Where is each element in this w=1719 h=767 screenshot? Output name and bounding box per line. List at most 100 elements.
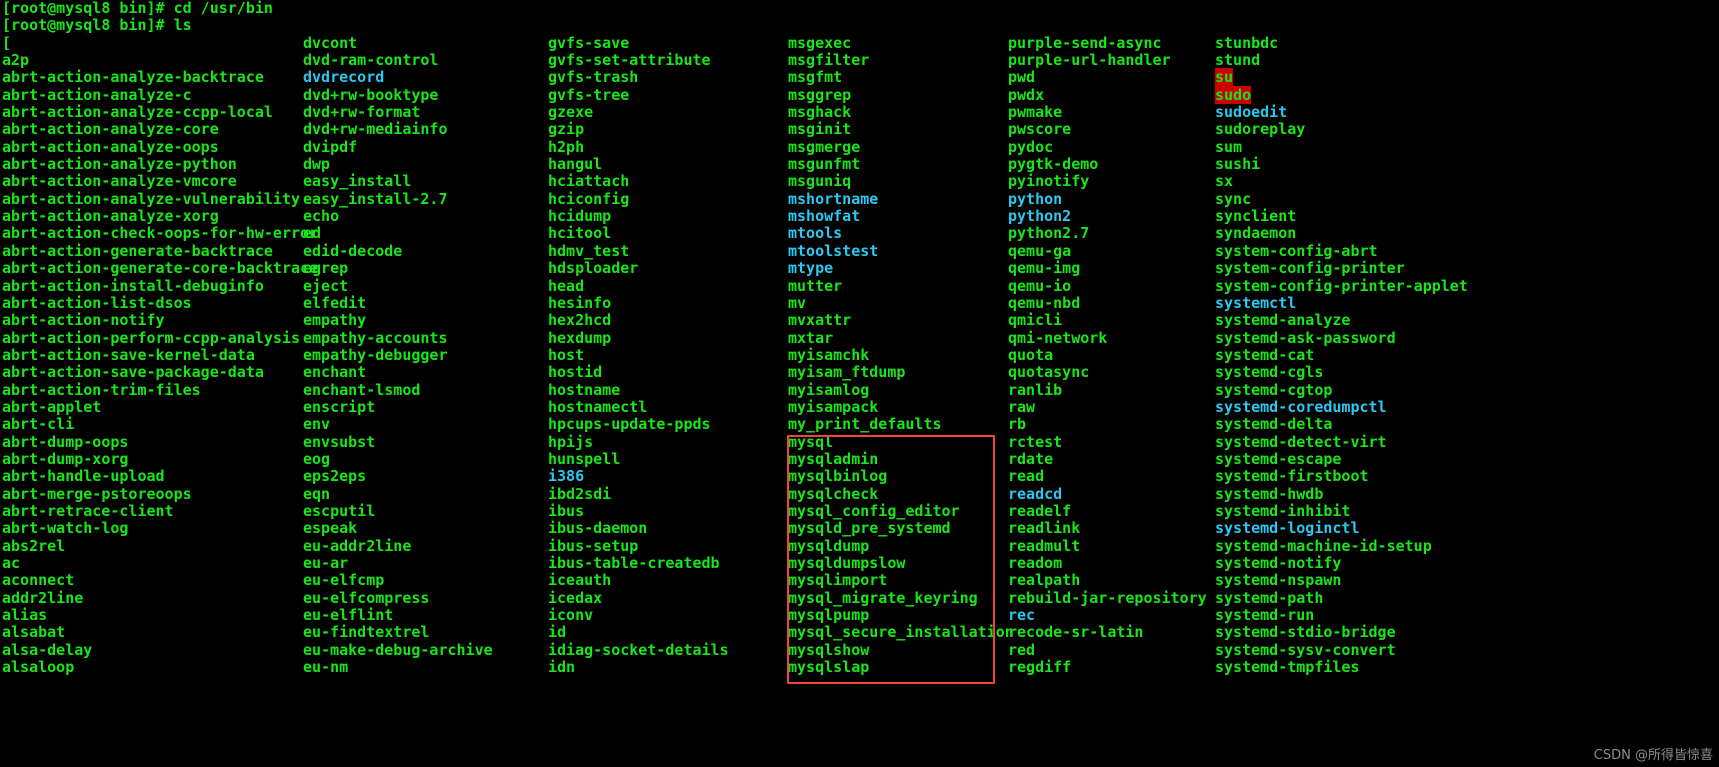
ls-entry: espeak [303, 520, 548, 537]
ls-entry-label: addr2line [2, 588, 84, 607]
ls-entry: readom [1008, 554, 1215, 572]
ls-entry: rctest [1008, 433, 1215, 451]
ls-entry: python2 [1008, 207, 1215, 225]
ls-entry: mysqlbinlog [788, 468, 1008, 485]
csdn-watermark: CSDN @所得皆惊喜 [1593, 747, 1713, 763]
ls-entry-label: sum [1215, 137, 1243, 156]
ls-entry: msghack [788, 103, 1008, 121]
ls-entry: pwscore [1008, 121, 1215, 138]
ls-entry-label: pwmake [1008, 103, 1063, 122]
ls-entry-label: syndaemon [1215, 224, 1297, 243]
ls-entry-label: gvfs-set-attribute [548, 51, 711, 70]
ls-entry: abrt-action-generate-core-backtrace [2, 259, 318, 277]
ls-entry: qmi-network [1008, 329, 1215, 347]
ls-entry: mysqladmin [788, 450, 1008, 468]
ls-entry-label: python [1008, 189, 1063, 208]
ls-entry: myisampack [788, 398, 1008, 416]
ls-entry: msgunfmt [788, 155, 1008, 173]
ls-entry-label: ibus [548, 501, 585, 520]
ls-entry-label: mysql [788, 432, 834, 451]
ls-entry-label: ed [303, 224, 322, 243]
ls-entry: eu-addr2line [303, 537, 548, 555]
ls-entry: dvcont [303, 34, 548, 52]
ls-entry: hpcups-update-ppds [548, 416, 788, 433]
ls-entry-label: eu-nm [303, 658, 349, 677]
ls-entry: hostid [548, 364, 788, 381]
ls-entry: abrt-action-analyze-backtrace [2, 69, 303, 86]
ls-entry-label: hdsploader [548, 259, 639, 278]
ls-entry-label: eu-elfcompress [303, 588, 430, 607]
ls-entry: abrt-action-analyze-vmcore [2, 173, 303, 190]
ls-entry-label: red [1008, 640, 1036, 659]
ls-entry-label: stund [1215, 51, 1261, 70]
column-4: msgexec msgfilter msgfmt msggrep msghack msgi… [788, 34, 1014, 677]
terminal-window[interactable]: [root@mysql8 bin]# cd /usr/bin [root@mysq… [0, 0, 1719, 767]
ls-entry-label: id [548, 623, 567, 642]
ls-entry-label: gzexe [548, 103, 594, 122]
ls-entry-label: mvxattr [788, 311, 852, 330]
ls-entry: hesinfo [548, 293, 788, 312]
ls-entry-label: dvd-ram-control [303, 51, 439, 70]
ls-entry-label: eog [303, 449, 331, 468]
ls-entry-label: hpijs [548, 432, 594, 451]
ls-entry: mysqlslap [788, 658, 1008, 676]
ls-entry-label: systemd-run [1215, 606, 1315, 625]
ls-entry-label: hcitool [548, 224, 612, 243]
ls-entry: abrt-action-notify [2, 312, 303, 329]
ls-entry: python [1008, 189, 1215, 208]
ls-entry: systemd-inhibit [1215, 502, 1475, 520]
column-2: dvcont dvd-ram-control dvdrecord dvd+rw-boo… [303, 34, 548, 677]
ls-entry-label: idiag-socket-details [548, 640, 729, 659]
ls-entry: eqn [303, 485, 548, 503]
ls-entry: sx [1215, 173, 1475, 190]
ls-entry-label: abrt-action-analyze-ccpp-local [2, 103, 273, 122]
ls-entry: readelf [1008, 502, 1215, 520]
ls-entry-label: mysqlimport [788, 571, 888, 590]
ls-entry: abrt-action-trim-files [2, 381, 303, 399]
ls-entry: my_print_defaults [788, 416, 1008, 433]
ls-entry-label: quotasync [1008, 363, 1090, 382]
ls-entry-label: readcd [1008, 484, 1063, 503]
ls-entry-label: realpath [1008, 571, 1081, 590]
ls-entry: systemd-hwdb [1215, 485, 1475, 503]
ls-entry: empathy [303, 312, 548, 329]
ls-entry: dvd+rw-mediainfo [303, 121, 548, 138]
ls-entry: abrt-action-perform-ccpp-analysis [2, 329, 303, 347]
ls-entry-label: alias [2, 606, 48, 625]
ls-entry-label: su [1215, 68, 1234, 87]
ls-entry-label: sx [1215, 172, 1234, 191]
ls-entry: systemd-notify [1215, 554, 1475, 572]
ls-entry: system-config-abrt [1215, 242, 1475, 260]
ls-entry-label: systemd-tmpfiles [1215, 658, 1360, 677]
ls-entry: msgexec [788, 34, 1008, 52]
ls-entry-label: systemd-escape [1215, 449, 1342, 468]
ls-entry-label: msggrep [788, 85, 852, 104]
ls-entry: sync [1215, 190, 1475, 208]
ls-entry: abrt-merge-pstoreoops [2, 485, 303, 503]
ls-entry: alsabat [2, 624, 303, 641]
ls-entry: hciattach [548, 173, 788, 190]
ls-entry: abrt-action-install-debuginfo [2, 277, 303, 295]
ls-entry: red [1008, 640, 1215, 659]
ls-entry: systemd-ask-password [1215, 329, 1475, 347]
ls-entry: egrep [303, 259, 548, 277]
ls-entry-label: systemd-cgls [1215, 363, 1324, 382]
ls-entry: qemu-io [1008, 277, 1215, 295]
ls-entry: purple-send-async [1008, 34, 1215, 52]
ls-entry: hexdump [548, 329, 788, 347]
ls-entry-label: system-config-printer [1215, 259, 1405, 278]
ls-entry: empathy-debugger [303, 346, 548, 364]
ls-entry: addr2line [2, 588, 303, 607]
ls-entry: eu-ar [303, 554, 548, 572]
ls-entry-label: qmicli [1008, 311, 1063, 330]
ls-entry: elfedit [303, 294, 548, 312]
ls-entry-label: systemd-delta [1215, 415, 1333, 434]
ls-entry: hex2hcd [548, 312, 788, 329]
ls-entry-label: hesinfo [548, 293, 612, 312]
ls-entry: systemd-machine-id-setup [1215, 537, 1475, 555]
ls-entry-label: myisam_ftdump [788, 363, 906, 382]
ls-entry: raw [1008, 398, 1215, 416]
ls-entry-label: aconnect [2, 571, 75, 590]
ls-entry: hdsploader [548, 259, 788, 278]
ls-entry: readmult [1008, 537, 1215, 555]
